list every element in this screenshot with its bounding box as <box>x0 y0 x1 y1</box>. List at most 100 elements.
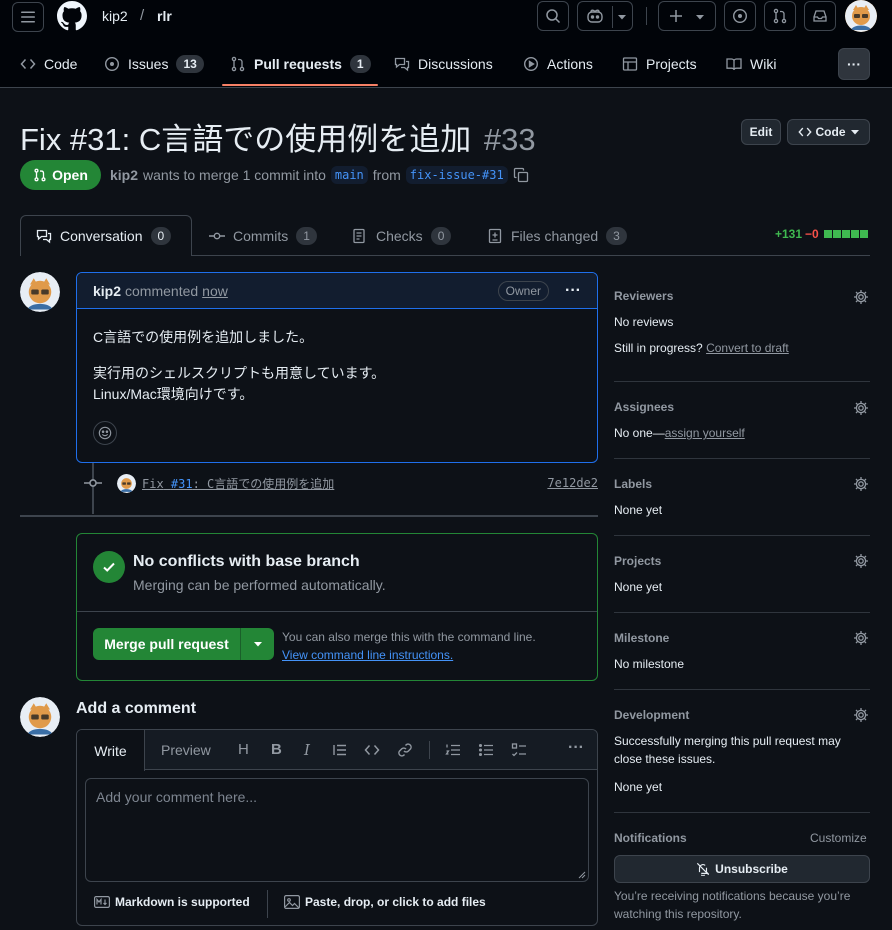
milestone-gear-icon[interactable] <box>853 630 869 646</box>
bold-icon[interactable]: B <box>271 741 282 758</box>
nav-projects-label: Projects <box>646 56 697 72</box>
assign-yourself-link[interactable]: assign yourself <box>665 426 745 440</box>
chevron-down-icon <box>850 130 859 135</box>
reviewers-gear-icon[interactable] <box>853 289 869 305</box>
italic-icon[interactable]: I <box>304 741 310 759</box>
nav-code[interactable]: Code <box>20 50 77 78</box>
commit-author-avatar[interactable] <box>117 473 136 493</box>
merge-options-dropdown[interactable] <box>241 628 274 660</box>
issue-icon <box>104 56 120 72</box>
nav-wiki[interactable]: Wiki <box>726 50 776 78</box>
merge-button-group: Merge pull request <box>93 628 274 660</box>
inbox-button[interactable] <box>804 1 836 31</box>
pull-request-icon <box>231 56 245 72</box>
tab-write[interactable]: Write <box>77 730 145 771</box>
play-icon <box>523 56 539 72</box>
commit-sha-link[interactable]: 7e12de2 <box>547 476 598 490</box>
issues-button[interactable] <box>724 1 756 31</box>
nav-issues[interactable]: Issues 13 <box>104 50 204 78</box>
edit-title-button[interactable]: Edit <box>741 119 781 145</box>
nav-actions[interactable]: Actions <box>523 50 593 78</box>
code-icon <box>20 59 36 69</box>
tab-conversation-label: Conversation <box>60 228 143 244</box>
attach-files-button[interactable]: Paste, drop, or click to add files <box>284 895 486 909</box>
tab-commits-label: Commits <box>233 228 289 244</box>
tab-checks[interactable]: Checks 0 <box>352 216 452 256</box>
search-button[interactable] <box>537 1 569 31</box>
nav-more-button[interactable]: ··· <box>838 48 870 80</box>
nav-pull-requests[interactable]: Pull requests 1 <box>230 50 371 78</box>
commit-message[interactable]: Fix #31: C言語での使用例を追加 <box>142 475 334 492</box>
merge-pull-request-button[interactable]: Merge pull request <box>93 628 241 660</box>
labels-gear-icon[interactable] <box>853 476 869 492</box>
pr-meta-text: wants to merge 1 commit into <box>143 167 326 183</box>
tab-commits-count: 1 <box>296 227 317 245</box>
pull-requests-button[interactable] <box>764 1 796 31</box>
nav-projects[interactable]: Projects <box>622 50 697 78</box>
tab-conversation[interactable]: Conversation 0 <box>20 215 192 256</box>
nav-pull-requests-label: Pull requests <box>254 56 342 72</box>
ordered-list-icon[interactable] <box>445 742 461 758</box>
head-branch-label[interactable]: fix-issue-#31 <box>405 166 508 184</box>
labels-heading[interactable]: Labels <box>614 477 652 491</box>
comment-author-link[interactable]: kip2 <box>93 283 121 299</box>
task-list-icon[interactable] <box>511 742 527 758</box>
convert-to-draft-link[interactable]: Convert to draft <box>706 341 789 355</box>
search-icon <box>546 9 561 24</box>
unordered-list-icon[interactable] <box>478 742 494 758</box>
commit-message-text[interactable]: : C言語での使用例を追加 <box>193 477 335 491</box>
heading-icon[interactable]: H <box>238 741 249 758</box>
copilot-button[interactable] <box>577 1 633 31</box>
unsubscribe-button[interactable]: Unsubscribe <box>614 855 870 883</box>
user-avatar[interactable] <box>845 0 877 32</box>
tab-files-changed[interactable]: Files changed 3 <box>487 216 627 256</box>
command-line-instructions-link[interactable]: View command line instructions. <box>282 648 453 662</box>
code-dropdown-button[interactable]: Code <box>787 119 870 145</box>
add-comment-heading: Add a comment <box>76 700 197 717</box>
plus-icon <box>670 10 682 22</box>
milestone-heading[interactable]: Milestone <box>614 631 669 645</box>
repo-name-link[interactable]: rlr <box>157 8 172 24</box>
comment-time-link[interactable]: now <box>202 283 228 299</box>
commit-prefix[interactable]: Fix <box>142 477 164 491</box>
github-logo-icon[interactable] <box>57 1 87 31</box>
add-reaction-button[interactable] <box>93 421 117 445</box>
quote-icon[interactable] <box>332 742 348 758</box>
development-heading[interactable]: Development <box>614 708 689 722</box>
create-new-button[interactable] <box>658 1 716 31</box>
development-gear-icon[interactable] <box>853 707 869 723</box>
menu-button[interactable] <box>12 2 44 32</box>
toolbar-more-icon[interactable]: ··· <box>568 739 584 757</box>
link-icon[interactable] <box>397 742 413 758</box>
toolbar-divider <box>429 741 430 759</box>
comment-menu-button[interactable]: ··· <box>565 282 581 300</box>
code-icon[interactable] <box>364 742 380 758</box>
notifications-customize-link[interactable]: Customize <box>810 831 867 845</box>
global-header: kip2 / rlr Code Issues 13 Pull requests … <box>0 0 892 88</box>
resize-handle-icon[interactable] <box>578 871 586 879</box>
assignees-gear-icon[interactable] <box>853 400 869 416</box>
chevron-down-icon <box>696 15 704 20</box>
more-icon: ··· <box>847 56 861 72</box>
comment-author-avatar[interactable] <box>20 272 60 312</box>
reviewers-heading[interactable]: Reviewers <box>614 289 673 303</box>
sidebar-divider <box>614 689 870 690</box>
comment-textarea[interactable]: Add your comment here... <box>85 778 589 882</box>
comment-paragraph-2-line-1: 実行用のシェルスクリプトも用意しています。 <box>93 365 386 381</box>
notifications-heading: Notifications <box>614 831 687 845</box>
owner-badge: Owner <box>497 280 550 301</box>
repo-owner-link[interactable]: kip2 <box>102 8 128 24</box>
tab-commits[interactable]: Commits 1 <box>209 216 317 256</box>
projects-gear-icon[interactable] <box>853 553 869 569</box>
tab-preview[interactable]: Preview <box>161 742 211 758</box>
nav-discussions[interactable]: Discussions <box>394 50 493 78</box>
copy-icon[interactable] <box>513 167 529 183</box>
markdown-note[interactable]: Markdown is supported <box>94 895 250 909</box>
projects-heading[interactable]: Projects <box>614 554 661 568</box>
base-branch-label[interactable]: main <box>330 166 368 184</box>
pr-author-link[interactable]: kip2 <box>110 167 138 183</box>
assignees-heading[interactable]: Assignees <box>614 400 674 414</box>
commit-issue-link[interactable]: #31 <box>171 477 193 491</box>
nav-issues-label: Issues <box>128 56 169 72</box>
attach-files-label: Paste, drop, or click to add files <box>305 895 486 909</box>
